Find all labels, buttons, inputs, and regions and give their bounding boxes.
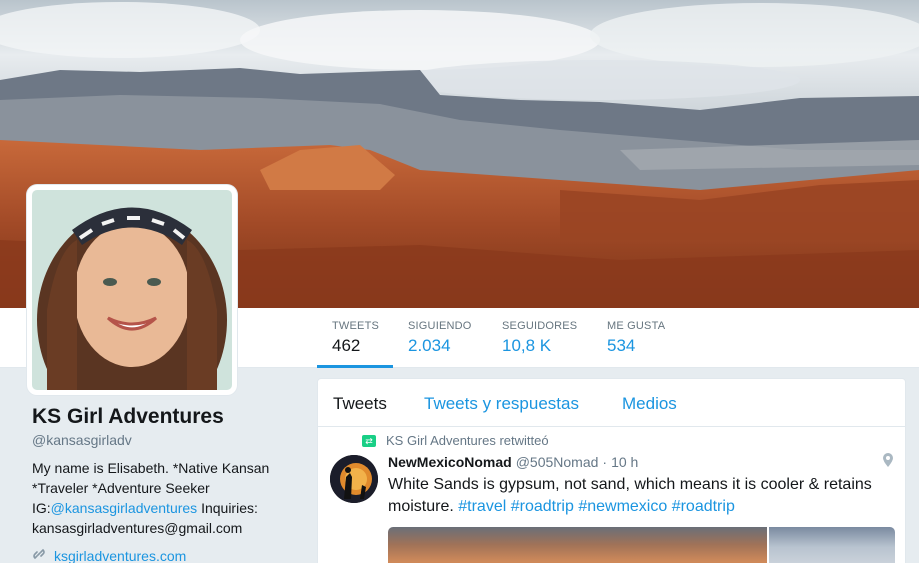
- profile-name[interactable]: KS Girl Adventures: [32, 405, 302, 429]
- stat-label: SIGUIENDO: [408, 320, 472, 332]
- tweet[interactable]: ⇄ KS Girl Adventures retwitteó NewMexico…: [318, 427, 905, 563]
- tab-tweets[interactable]: Tweets: [333, 394, 387, 414]
- timeline: Tweets Tweets y respuestas Medios ⇄ KS G…: [317, 378, 906, 563]
- tweet-media[interactable]: [388, 527, 895, 563]
- website-link[interactable]: ksgirladventures.com: [54, 548, 186, 563]
- tweet-author-avatar[interactable]: [330, 455, 378, 503]
- tab-tweets-replies[interactable]: Tweets y respuestas: [424, 394, 579, 414]
- stat-tweets[interactable]: TWEETS 462: [317, 308, 393, 368]
- stat-value: 2.034: [408, 336, 451, 355]
- timeline-tabs: Tweets Tweets y respuestas Medios: [318, 379, 905, 427]
- tweet-hashtags[interactable]: #travel #roadtrip #newmexico #roadtrip: [458, 498, 735, 515]
- location-pin-icon[interactable]: [883, 453, 893, 467]
- tweet-author-name[interactable]: NewMexicoNomad: [388, 454, 512, 470]
- avatar-photo: [32, 190, 232, 390]
- stat-value: 462: [332, 336, 361, 355]
- tweet-text: White Sands is gypsum, not sand, which m…: [388, 474, 888, 518]
- retweet-icon: ⇄: [362, 434, 376, 447]
- media-photo-2[interactable]: [769, 527, 895, 563]
- stat-likes[interactable]: ME GUSTA 534: [607, 308, 665, 368]
- profile-avatar[interactable]: [27, 185, 237, 395]
- link-icon: [32, 547, 46, 563]
- tweet-header: NewMexicoNomad @505Nomad · 10 h: [388, 454, 638, 470]
- retweet-context: ⇄ KS Girl Adventures retwitteó: [362, 433, 549, 448]
- stat-following[interactable]: SIGUIENDO 2.034: [408, 308, 472, 368]
- stat-label: ME GUSTA: [607, 320, 666, 332]
- bio-instagram-link[interactable]: @kansasgirladventures: [51, 500, 198, 516]
- stat-value: 10,8 K: [502, 336, 552, 355]
- stat-value: 534: [607, 336, 636, 355]
- profile-website[interactable]: ksgirladventures.com: [32, 547, 302, 563]
- stat-label: TWEETS: [332, 320, 380, 332]
- profile-bio: My name is Elisabeth. *Native Kansan *Tr…: [32, 458, 302, 538]
- media-photo-1[interactable]: [388, 527, 767, 563]
- profile-info: KS Girl Adventures @kansasgirladv My nam…: [32, 405, 302, 563]
- tweet-author-handle[interactable]: @505Nomad: [516, 454, 599, 470]
- tweet-time[interactable]: 10 h: [611, 454, 638, 470]
- tweet-separator: ·: [602, 454, 608, 470]
- stat-followers[interactable]: SEGUIDORES 10,8 K: [502, 308, 577, 368]
- retweet-label[interactable]: KS Girl Adventures retwitteó: [386, 433, 549, 448]
- profile-handle: @kansasgirladv: [32, 432, 132, 448]
- tab-media[interactable]: Medios: [622, 394, 677, 414]
- stat-label: SEGUIDORES: [502, 320, 578, 332]
